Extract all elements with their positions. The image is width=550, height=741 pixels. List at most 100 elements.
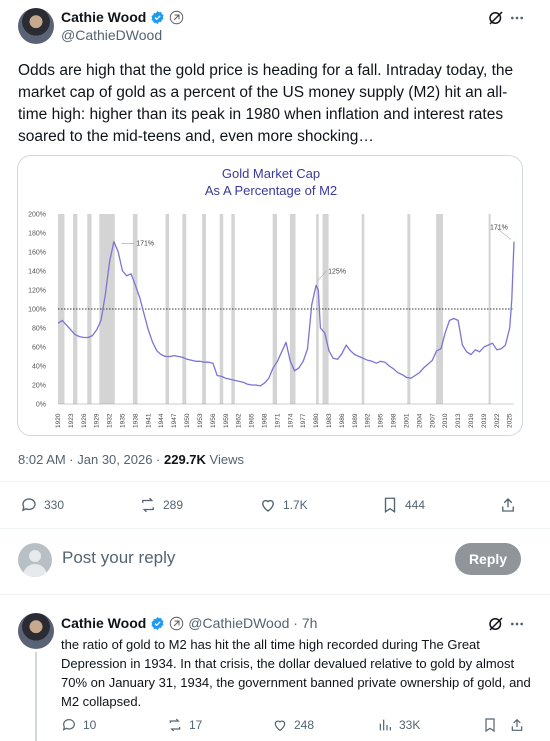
chart-svg: 0% 20% 40% 60% 80% 100% 120% 140% 160% 180% 200% 19…	[28, 212, 515, 428]
tweet-meta: 8:02 AM · Jan 30, 2026 · 229.7K Views	[18, 452, 244, 467]
x-tick-label: 2010	[442, 413, 449, 428]
bookmark-icon	[485, 718, 495, 733]
grok-icon[interactable]	[487, 615, 505, 633]
verified-badge-icon	[151, 616, 164, 630]
x-tick-label: 1962	[236, 413, 243, 428]
x-tick-label: 1926	[81, 413, 88, 428]
y-tick-label: 80%	[32, 326, 46, 333]
series-line	[57, 240, 515, 387]
heart-icon	[274, 720, 286, 732]
annotation-label: 171%	[136, 241, 154, 248]
reply-author-name[interactable]: Cathie Wood	[61, 615, 146, 631]
reply-views-count: 33K	[399, 718, 421, 732]
reply-reply-action[interactable]: 10	[61, 717, 96, 733]
share-icon	[511, 718, 523, 731]
y-tick-label: 60%	[32, 345, 46, 352]
repost-count: 289	[163, 498, 184, 512]
y-tick-label: 20%	[32, 383, 46, 390]
author-handle[interactable]: @CathieDWood	[61, 27, 162, 43]
affiliate-badge-icon	[170, 616, 184, 630]
divider	[0, 481, 550, 482]
chart-image[interactable]: Gold Market Cap As A Percentage of M2 0%…	[17, 155, 523, 436]
heart-icon	[262, 499, 274, 512]
tweet-timestamp[interactable]: 8:02 AM · Jan 30, 2026 ·	[18, 452, 160, 467]
x-tick-label: 1968	[261, 413, 268, 428]
x-tick-label: 1995	[378, 413, 385, 428]
repost-icon	[142, 497, 154, 513]
x-tick-label: 1923	[68, 413, 75, 428]
x-tick-label: 1971	[274, 413, 281, 428]
x-tick-label: 1983	[326, 413, 333, 428]
reply-author-row: Cathie Wood @CathieDWood · 7h	[61, 615, 317, 631]
x-tick-label: 1989	[352, 413, 359, 428]
reply-like-count: 248	[294, 718, 315, 732]
x-tick-label: 1980	[313, 413, 320, 428]
x-tick-label: 2007	[429, 413, 436, 428]
author-avatar[interactable]	[18, 8, 54, 44]
x-tick-label: 1956	[210, 413, 217, 428]
views-count: 229.7K	[164, 452, 206, 467]
annotation-label: 171%	[490, 225, 508, 232]
reply-repost-action[interactable]: 17	[167, 717, 202, 733]
x-tick-label: 2025	[507, 413, 514, 428]
x-tick-label: 2004	[416, 413, 423, 428]
x-tick-label: 1944	[158, 413, 165, 428]
y-tick-label: 0%	[36, 402, 46, 409]
reply-reply-count: 10	[83, 718, 97, 732]
analytics-icon	[379, 719, 391, 731]
y-tick-label: 180%	[28, 231, 46, 238]
y-tick-label: 160%	[28, 250, 46, 257]
views-label: Views	[209, 452, 244, 467]
header-actions	[487, 9, 525, 27]
x-tick-label: 1938	[132, 413, 139, 428]
verified-badge-icon	[151, 10, 164, 24]
x-tick-label: 1986	[339, 413, 346, 428]
bookmark-action[interactable]: 444	[381, 496, 425, 514]
x-tick-label: 1920	[55, 413, 62, 428]
author-name[interactable]: Cathie Wood	[61, 9, 146, 25]
x-tick-label: 2022	[494, 413, 501, 428]
share-action[interactable]	[499, 496, 517, 514]
x-tick-label: 1992	[365, 413, 372, 428]
y-tick-label: 200%	[28, 212, 46, 219]
y-tick-label: 40%	[32, 364, 46, 371]
reply-icon	[62, 719, 75, 731]
divider	[0, 594, 550, 595]
reply-author-avatar[interactable]	[18, 613, 54, 649]
reply-bookmark-action[interactable]	[482, 717, 498, 738]
x-tick-label: 1941	[145, 413, 152, 428]
thread-line	[35, 652, 37, 741]
repost-action[interactable]: 289	[139, 496, 183, 514]
more-options-icon[interactable]	[509, 9, 525, 27]
x-tick-label: 1998	[391, 413, 398, 428]
grok-icon[interactable]	[487, 9, 505, 27]
x-tick-label: 2019	[481, 413, 488, 428]
reply-icon	[21, 498, 36, 512]
reply-action[interactable]: 330	[20, 496, 64, 514]
reply-share-action[interactable]	[509, 717, 525, 738]
x-tick-label: 1977	[300, 413, 307, 428]
share-icon	[502, 498, 514, 512]
x-tick-label: 2001	[403, 413, 410, 428]
reply-header-actions	[487, 615, 525, 633]
x-tick-label: 1935	[120, 413, 127, 428]
x-tick-label: 1965	[249, 413, 256, 428]
reply-author-handle[interactable]: @CathieDWood · 7h	[188, 615, 317, 631]
reply-text: the ratio of gold to M2 has hit the all …	[61, 637, 531, 709]
annotation-label: 125%	[328, 268, 346, 275]
reply-input[interactable]: Post your reply	[62, 548, 175, 568]
x-tick-label: 1953	[197, 413, 204, 428]
reply-count: 330	[44, 498, 65, 512]
y-tick-label: 100%	[28, 307, 46, 314]
reply-button[interactable]: Reply	[455, 543, 521, 575]
x-tick-label: 2016	[468, 413, 475, 428]
x-tick-label: 1929	[94, 413, 101, 428]
more-options-icon[interactable]	[509, 615, 525, 633]
affiliate-badge-icon	[170, 10, 184, 24]
reply-repost-count: 17	[189, 718, 203, 732]
reply-like-action[interactable]: 248	[272, 717, 314, 733]
like-action[interactable]: 1.7K	[259, 496, 308, 514]
bookmark-icon	[384, 497, 396, 514]
reply-views-action[interactable]: 33K	[377, 717, 420, 733]
user-avatar-placeholder	[18, 543, 52, 577]
